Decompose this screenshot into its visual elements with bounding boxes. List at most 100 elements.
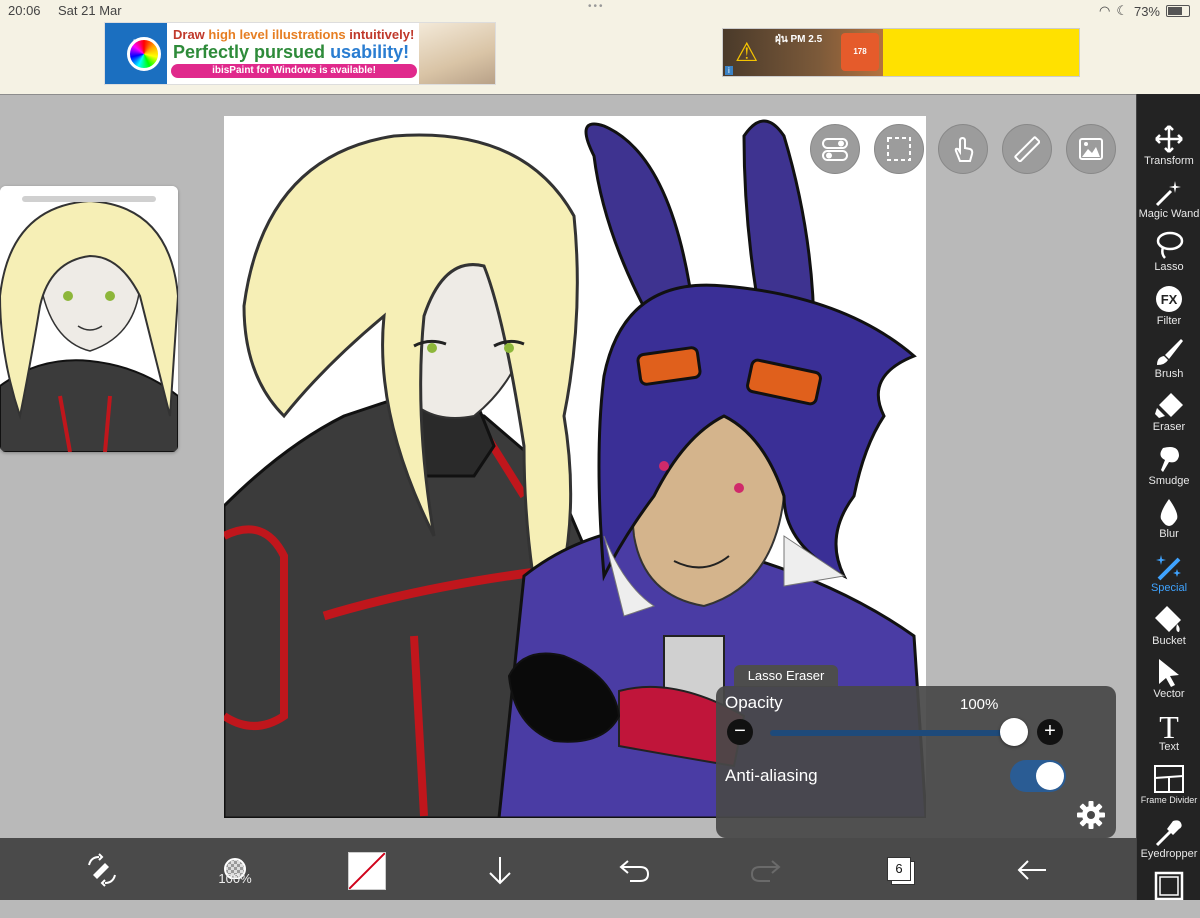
arrow-down-icon bbox=[489, 857, 511, 885]
bottom-toolbar: 100% 6 bbox=[0, 838, 1136, 900]
magic-wand-icon bbox=[1155, 181, 1181, 207]
pm-ad-badge: 178 bbox=[841, 33, 879, 71]
eyedropper-icon bbox=[1155, 820, 1182, 847]
tool-smudge[interactable]: Smudge bbox=[1137, 440, 1200, 492]
canvas-preview-window[interactable] bbox=[0, 186, 178, 452]
tool-label: Smudge bbox=[1148, 475, 1190, 487]
touch-gesture-button[interactable] bbox=[938, 124, 988, 174]
reference-image-button[interactable] bbox=[1066, 124, 1116, 174]
ruler-button[interactable] bbox=[1002, 124, 1052, 174]
battery-percent: 73% bbox=[1133, 3, 1160, 19]
ibispaint-ad-banner[interactable]: i Draw high level illustrations intuitiv… bbox=[104, 22, 496, 85]
brush-size-button[interactable]: 100% bbox=[212, 850, 258, 890]
tool-bucket[interactable]: Bucket bbox=[1137, 600, 1200, 652]
status-date: Sat 21 Mar bbox=[58, 3, 122, 18]
preview-drag-handle[interactable] bbox=[22, 196, 156, 202]
layers-icon: 6 bbox=[885, 855, 915, 885]
tool-label: Eyedropper bbox=[1140, 848, 1198, 860]
opacity-decrease-button[interactable]: − bbox=[727, 719, 753, 745]
layers-button[interactable]: 6 bbox=[880, 850, 920, 890]
special-wand-icon bbox=[1156, 555, 1181, 581]
svg-text:T: T bbox=[1159, 710, 1179, 740]
tool-label: Text bbox=[1158, 741, 1180, 753]
warning-icon: ⚠ bbox=[735, 37, 759, 67]
ruler-icon bbox=[1014, 136, 1040, 162]
transparent-color-icon bbox=[349, 853, 385, 889]
wifi-icon: ◠ bbox=[1098, 3, 1111, 18]
smudge-icon bbox=[1160, 447, 1179, 472]
opacity-increase-button[interactable]: + bbox=[1037, 719, 1063, 745]
tool-label: Lasso bbox=[1154, 261, 1184, 273]
tool-palette: Transform Magic Wand Lasso FX Filter Bru… bbox=[1136, 94, 1200, 900]
redo-button[interactable] bbox=[746, 850, 786, 890]
status-bar: 20:06 Sat 21 Mar ••• ◠ ☾ 73% bbox=[0, 0, 1200, 22]
redo-icon bbox=[750, 860, 781, 882]
ad-line-3: ibisPaint for Windows is available! bbox=[171, 64, 417, 78]
tool-eyedropper[interactable]: Eyedropper bbox=[1137, 813, 1200, 865]
tool-filter[interactable]: FX Filter bbox=[1137, 280, 1200, 332]
preview-thumbnail bbox=[0, 186, 178, 452]
tool-canvas-frame[interactable] bbox=[1137, 866, 1200, 918]
pm25-ad-banner[interactable]: ⚠ ฝุ่น PM 2.5 178 i bbox=[722, 28, 1080, 77]
text-icon: T bbox=[1159, 710, 1179, 740]
move-arrows-icon bbox=[1155, 125, 1183, 153]
tool-vector[interactable]: Vector bbox=[1137, 653, 1200, 705]
lasso-eraser-settings-panel: Opacity 100% − + Anti-aliasing bbox=[716, 686, 1116, 838]
ad-line-2: Perfectly pursued usability! bbox=[173, 42, 410, 62]
tool-label: Vector bbox=[1153, 688, 1185, 700]
tool-label: Blur bbox=[1159, 528, 1179, 540]
gear-icon[interactable] bbox=[1076, 800, 1106, 830]
ad-character-image bbox=[419, 23, 495, 84]
brush-size-value: 100% bbox=[218, 870, 252, 886]
ad-info-icon[interactable]: i bbox=[725, 66, 733, 75]
tool-label: Magic Wand bbox=[1138, 208, 1200, 220]
image-icon bbox=[1079, 138, 1103, 160]
eraser-icon bbox=[1155, 393, 1183, 418]
opacity-label: Opacity bbox=[725, 693, 783, 712]
toggle-knob bbox=[1036, 762, 1064, 790]
canvas-quick-buttons bbox=[810, 124, 1116, 174]
status-time: 20:06 bbox=[8, 3, 41, 18]
layers-count: 6 bbox=[887, 857, 911, 881]
opacity-slider-knob[interactable] bbox=[1000, 718, 1028, 746]
tool-frame-divider[interactable]: Frame Divider bbox=[1137, 760, 1200, 812]
tool-blur[interactable]: Blur bbox=[1137, 493, 1200, 545]
bucket-icon bbox=[1155, 606, 1181, 632]
toggle-icon bbox=[822, 138, 848, 161]
color-swatch-button[interactable] bbox=[348, 852, 386, 890]
tool-label: Brush bbox=[1154, 368, 1184, 380]
tool-brush[interactable]: Brush bbox=[1137, 333, 1200, 385]
tool-label: Special bbox=[1150, 582, 1188, 594]
tool-label: Bucket bbox=[1152, 635, 1186, 647]
lasso-icon bbox=[1156, 231, 1184, 259]
ad-bar: i Draw high level illustrations intuitiv… bbox=[0, 22, 1200, 95]
undo-button[interactable] bbox=[614, 850, 654, 890]
tool-lasso[interactable]: Lasso bbox=[1137, 226, 1200, 278]
dashed-selection-icon bbox=[887, 137, 911, 161]
back-button[interactable] bbox=[1012, 850, 1052, 890]
arrow-left-icon bbox=[1017, 860, 1046, 880]
toggle-panel-button[interactable] bbox=[810, 124, 860, 174]
selection-button[interactable] bbox=[874, 124, 924, 174]
hand-pointer-icon bbox=[954, 136, 974, 162]
brush-swap-icon bbox=[88, 853, 116, 887]
tool-label: Transform bbox=[1144, 155, 1194, 167]
popup-tab-title: Lasso Eraser bbox=[734, 665, 838, 687]
frame-divider-icon bbox=[1154, 765, 1184, 793]
svg-text:FX: FX bbox=[1161, 292, 1178, 307]
tool-swap-button[interactable] bbox=[82, 850, 122, 890]
antialias-toggle[interactable] bbox=[1010, 760, 1066, 792]
tool-transform[interactable]: Transform bbox=[1137, 120, 1200, 172]
canvas-frame-icon bbox=[1154, 871, 1184, 900]
multitask-dots-icon[interactable]: ••• bbox=[588, 1, 605, 12]
fx-icon: FX bbox=[1156, 286, 1182, 312]
opacity-value: 100% bbox=[960, 696, 999, 713]
move-down-button[interactable] bbox=[482, 850, 518, 890]
opacity-slider-track[interactable] bbox=[770, 730, 1016, 736]
tool-label: Frame Divider bbox=[1140, 795, 1198, 805]
tool-eraser[interactable]: Eraser bbox=[1137, 386, 1200, 438]
tool-magic-wand[interactable]: Magic Wand bbox=[1137, 173, 1200, 225]
moon-icon: ☾ bbox=[1116, 3, 1128, 18]
tool-special[interactable]: Special bbox=[1137, 547, 1200, 599]
tool-text[interactable]: T Text bbox=[1137, 706, 1200, 758]
